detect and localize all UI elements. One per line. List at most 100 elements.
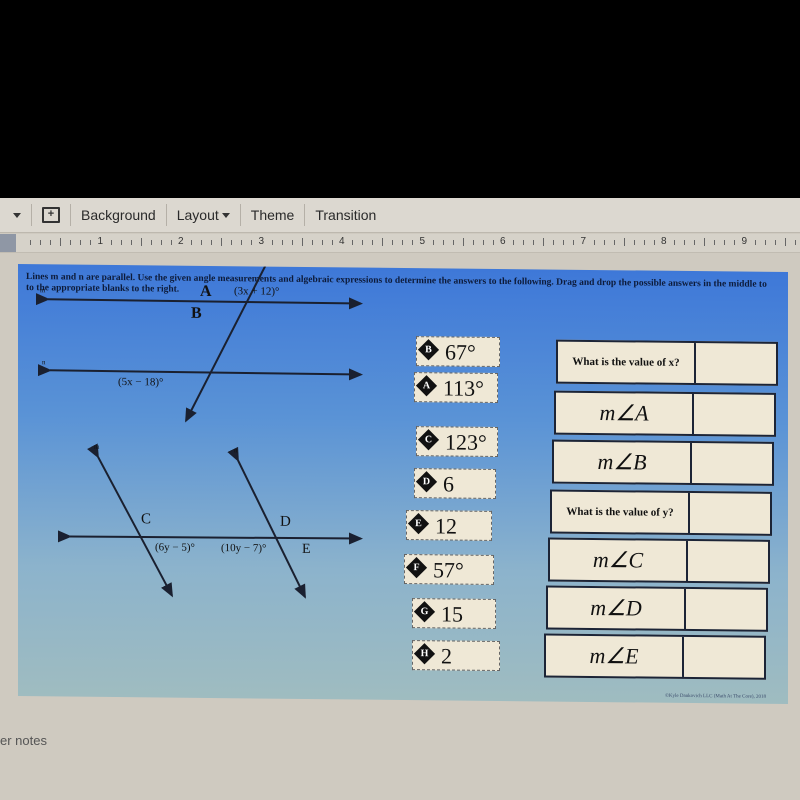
label-m-2: m — [94, 443, 100, 451]
label-angle-b: B — [191, 305, 202, 322]
ruler-tick — [412, 240, 414, 245]
ruler-tick — [362, 240, 364, 245]
tile-value: 113° — [443, 375, 484, 401]
tile-value: 57° — [433, 557, 464, 583]
answer-tile-e[interactable]: E 12 — [406, 510, 492, 541]
ruler-tick — [50, 240, 52, 245]
layout-label: Layout — [176, 207, 219, 223]
ruler-tick — [301, 238, 303, 246]
ruler-tick — [291, 240, 293, 245]
answer-tile-a[interactable]: A 113° — [414, 372, 498, 403]
tile-letter: E — [415, 518, 422, 530]
chevron-down-icon — [13, 212, 21, 218]
ruler-number: 4 — [339, 236, 345, 247]
ruler-tick — [462, 238, 464, 246]
add-comment-icon: + — [42, 207, 60, 223]
line-n-2 — [227, 446, 306, 599]
ruler-tick — [774, 240, 776, 245]
ruler-tick — [402, 240, 404, 245]
chevron-down-icon — [221, 212, 230, 218]
ruler[interactable]: 1 2 3 4 5 6 7 8 9 — [0, 234, 800, 253]
ruler-tick — [734, 240, 736, 245]
ruler-tick — [694, 240, 696, 245]
add-comment-button[interactable]: + — [32, 207, 70, 223]
ruler-tick — [231, 240, 233, 245]
answer-drop-slot[interactable] — [696, 343, 776, 384]
ruler-tick — [130, 240, 132, 245]
ruler-tick — [110, 240, 112, 245]
background-button[interactable]: Background — [71, 207, 166, 223]
ruler-tick — [603, 240, 605, 245]
ruler-tick — [684, 240, 686, 245]
ruler-tick — [714, 240, 716, 245]
ruler-tick — [754, 240, 756, 245]
line-m-2 — [87, 443, 173, 598]
ruler-tick — [543, 238, 545, 246]
ruler-number: 3 — [258, 236, 265, 247]
ruler-tick — [674, 240, 676, 245]
answer-question: m∠E — [546, 635, 684, 677]
label-angle-a: A — [200, 283, 212, 300]
tile-value: 6 — [443, 471, 454, 497]
dropdown-button[interactable] — [0, 212, 31, 218]
ruler-number: 9 — [741, 236, 748, 247]
answer-row: What is the value of x? — [556, 339, 778, 386]
ruler-tick — [513, 240, 515, 245]
layout-button[interactable]: Layout — [167, 207, 240, 223]
tile-letter: F — [413, 562, 420, 574]
ruler-tick — [704, 238, 706, 246]
answer-question: What is the value of x? — [558, 341, 696, 384]
answer-tile-g[interactable]: G 15 — [412, 598, 496, 629]
answer-question: m∠D — [548, 587, 686, 629]
answer-tile-h[interactable]: H2 — [412, 640, 500, 672]
transition-button[interactable]: Transition — [305, 207, 386, 223]
ruler-tick — [613, 240, 615, 245]
copyright-text: ©Kyle Dankovich LLC (Math At The Core), … — [665, 693, 766, 700]
label-angle-e: E — [302, 542, 311, 557]
ruler-tick — [432, 240, 434, 245]
answer-row: m∠B — [552, 439, 774, 486]
expr-6y-minus-5: (6y − 5)° — [155, 541, 195, 553]
answer-row: m∠C — [548, 537, 770, 584]
ruler-tick — [311, 240, 313, 245]
toolbar: + Background Layout Theme Transition — [0, 198, 800, 233]
ruler-tick — [80, 240, 82, 245]
ruler-number: 7 — [580, 236, 587, 247]
expr-3x-plus-12: (3x + 12)° — [234, 285, 279, 297]
answer-drop-slot[interactable] — [688, 541, 768, 582]
tile-value: 12 — [435, 513, 457, 539]
ruler-tick — [90, 240, 92, 245]
ruler-tick — [70, 240, 72, 245]
ruler-tick — [392, 240, 394, 245]
tile-value: 67° — [445, 339, 476, 365]
theme-button[interactable]: Theme — [241, 207, 305, 223]
label-angle-c: C — [141, 511, 151, 527]
answer-drop-slot[interactable] — [684, 637, 764, 678]
answer-row: What is the value of y? — [550, 489, 772, 536]
answer-tile-c[interactable]: C 123° — [416, 426, 498, 457]
answer-drop-slot[interactable] — [690, 493, 770, 534]
ruler-tick — [221, 238, 223, 246]
ruler-tick — [492, 240, 494, 245]
ruler-tick — [533, 240, 535, 245]
ruler-tick — [452, 240, 454, 245]
answer-row: m∠E — [544, 633, 766, 680]
expr-10y-minus-7: (10y − 7)° — [221, 542, 266, 554]
answer-drop-slot[interactable] — [686, 589, 766, 630]
ruler-tick — [201, 240, 203, 245]
answer-question: What is the value of y? — [552, 491, 690, 534]
ruler-tick — [271, 240, 273, 245]
label-n: n — [42, 358, 46, 366]
ruler-tick — [241, 240, 243, 245]
answer-drop-slot[interactable] — [692, 443, 772, 484]
answer-tile-b[interactable]: B 67° — [416, 336, 500, 368]
speaker-notes-label[interactable]: er notes — [0, 733, 47, 748]
answer-drop-slot[interactable] — [694, 394, 774, 435]
ruler-tick — [593, 240, 595, 245]
transversal-2 — [57, 530, 363, 545]
answer-question: m∠A — [556, 392, 694, 435]
answer-row: m∠A — [554, 390, 776, 437]
answer-tile-d[interactable]: D6 — [414, 468, 496, 499]
answer-tile-f[interactable]: F 57° — [404, 554, 494, 585]
ruler-tick — [40, 240, 42, 245]
